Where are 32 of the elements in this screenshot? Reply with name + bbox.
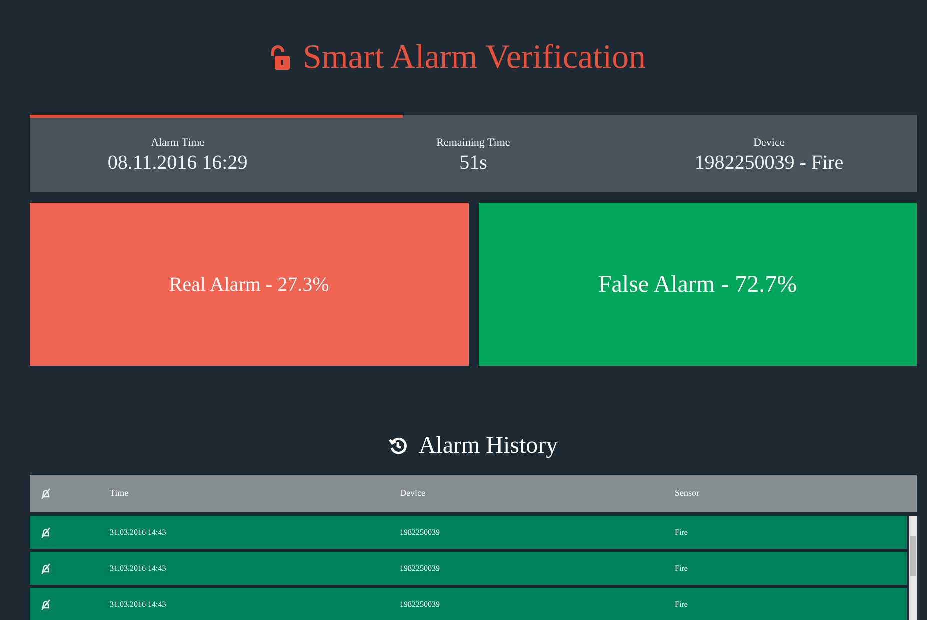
bell-off-icon (40, 562, 52, 574)
info-label: Alarm Time (151, 136, 205, 151)
table-cell: 31.03.2016 14:43 (110, 564, 166, 572)
table-cell: 1982250039 (400, 600, 440, 608)
history-row[interactable]: 31.03.2016 14:43 1982250039 Fire (30, 588, 907, 620)
table-cell: Fire (675, 564, 688, 572)
column-header: Time (110, 488, 129, 498)
section-title: Alarm History (418, 432, 558, 461)
scrollbar[interactable] (909, 516, 917, 620)
table-cell: Fire (675, 528, 688, 536)
column-header: Device (400, 488, 426, 498)
page-title: Smart Alarm Verification (302, 38, 646, 78)
padlock-icon (268, 44, 291, 70)
info-value: 1982250039 - Fire (694, 151, 844, 176)
table-cell: 1982250039 (400, 528, 440, 536)
bell-off-icon (40, 526, 52, 538)
table-cell: 1982250039 (400, 564, 440, 572)
info-label: Device (754, 136, 785, 151)
false-alarm-panel[interactable]: False Alarm - 72.7% (478, 203, 917, 366)
column-header: Sensor (675, 488, 700, 498)
bell-off-icon (40, 598, 52, 610)
bell-off-icon (40, 488, 52, 500)
history-icon (388, 437, 407, 455)
table-cell: 31.03.2016 14:43 (110, 600, 166, 608)
history-row[interactable]: 31.03.2016 14:43 1982250039 Fire (30, 516, 907, 549)
info-value: 51s (460, 151, 488, 176)
real-alarm-panel[interactable]: Real Alarm - 27.3% (30, 203, 468, 366)
table-cell: 31.03.2016 14:43 (110, 528, 166, 536)
info-label: Remaining Time (436, 136, 510, 151)
info-value: 08.11.2016 16:29 (108, 151, 248, 176)
table-cell: Fire (675, 600, 688, 608)
history-row[interactable]: 31.03.2016 14:43 1982250039 Fire (30, 552, 907, 585)
